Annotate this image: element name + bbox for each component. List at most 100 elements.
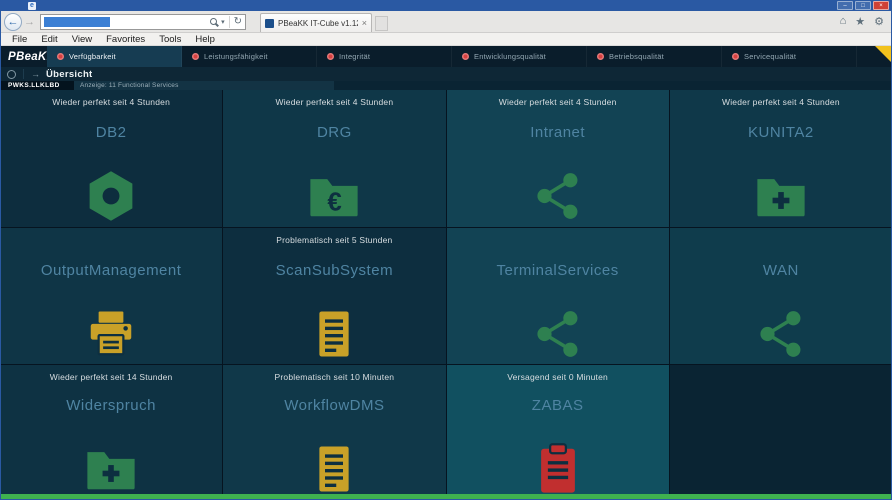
back-icon: ← [7,15,19,28]
home-icon[interactable]: ⌂ [840,15,847,28]
tools-icon[interactable]: ⚙ [874,15,884,28]
tile-widerspruch[interactable]: Wieder perfekt seit 14 Stunden Widerspruc… [0,365,223,494]
service-status: Wieder perfekt seit 14 Stunden [49,372,173,382]
service-name: TerminalServices [496,262,619,279]
filter-bar: PWKS.LLKLBD Anzeige: 11 Functional Servi… [0,81,892,90]
svg-text:€: € [328,189,342,217]
status-footer-bar [0,494,892,500]
back-button[interactable]: ← [4,12,22,31]
minimize-button[interactable]: – [837,1,853,10]
share-icon [754,307,808,361]
menu-item-favorites[interactable]: Favorites [99,34,152,45]
tile-intranet[interactable]: Wieder perfekt seit 4 Stunden Intranet [446,90,669,227]
app-nav-tabs: Verfügbarkeit Leistungsfähigkeit Integritä… [47,46,892,67]
address-dropdown-icon[interactable]: ▾ [221,18,225,26]
menu-item-tools[interactable]: Tools [152,34,188,45]
breadcrumb-bar: → Übersicht [0,67,892,81]
service-name: DRG [316,124,352,141]
service-status: Versagend seit 0 Minuten [507,372,608,382]
status-dot-icon [462,53,469,60]
service-status: Wieder perfekt seit 4 Stunden [721,97,840,107]
tile-scansubsystem[interactable]: Problematisch seit 5 Stunden ScanSubSyste… [223,228,446,364]
notification-corner-flag[interactable] [875,46,892,63]
clipboard-icon [531,442,585,494]
nav-tab-label: Servicequalität [744,52,797,61]
status-dot-icon [57,53,64,60]
tile-terminalservices[interactable]: TerminalServices [446,228,669,364]
browser-tab[interactable]: PBeaKK IT-Cube v1.12 / Ver... × [260,13,372,32]
close-button[interactable]: × [873,1,889,10]
app-header: PBeaKK Verfügbarkeit Leistungsfähigkeit In… [0,46,892,67]
tile-drg[interactable]: Wieder perfekt seit 4 Stunden DRG € [223,90,446,227]
share-icon [531,169,585,223]
nav-tab-servicequalitaet[interactable]: Servicequalität [722,46,857,67]
nav-tab-label: Verfügbarkeit [69,52,116,61]
app-logo[interactable]: PBeaKK [0,46,55,67]
doc-lines-icon [307,307,361,361]
tile-kunita2[interactable]: Wieder perfekt seit 4 Stunden KUNITA2 [669,90,892,227]
service-status: Problematisch seit 10 Minuten [274,372,395,382]
service-status: Wieder perfekt seit 4 Stunden [52,97,171,107]
tab-title: PBeaKK IT-Cube v1.12 / Ver... [278,18,358,28]
menu-item-help[interactable]: Help [188,34,222,45]
tile-db2[interactable]: Wieder perfekt seit 4 Stunden DB2 [0,90,223,227]
browser-navigation-bar: ← → ▾ ↻ PBeaKK IT-Cube v1.12 / Ver... × … [0,11,892,33]
tile-outputmanagement[interactable]: OutputManagement [0,228,223,364]
address-bar[interactable]: ▾ ↻ [40,13,246,30]
hexnut-icon [84,169,138,223]
menu-item-file[interactable]: File [5,34,34,45]
address-bar-icons: ▾ ↻ [210,15,242,28]
service-name: ScanSubSystem [275,262,394,279]
service-name: DB2 [95,124,127,141]
window-titlebar: e – □ × [0,0,892,11]
service-name: WorkflowDMS [284,397,385,414]
status-dot-icon [597,53,604,60]
doc-lines-icon [307,442,361,494]
favorites-icon[interactable]: ★ [855,15,865,28]
printer-icon [84,307,138,361]
status-dot-icon [732,53,739,60]
nav-tab-verfuegbarkeit[interactable]: Verfügbarkeit [47,46,182,67]
service-name: Intranet [530,124,586,141]
browser-command-icons: ⌂ ★ ⚙ [840,15,888,28]
tile-zabas[interactable]: Versagend seit 0 Minuten ZABAS [446,365,669,494]
site-favicon [265,18,274,28]
nav-tab-entwicklungsqualitaet[interactable]: Entwicklungsqualität [452,46,587,67]
environment-label: PWKS.LLKLBD [0,81,74,90]
folder-euro-icon: € [307,169,361,223]
address-divider [228,15,230,28]
refresh-icon[interactable]: ↻ [234,16,242,27]
ie-favicon: e [28,1,36,10]
tile-wan[interactable]: WAN [669,228,892,364]
browser-menubar: File Edit View Favorites Tools Help [0,33,892,46]
search-icon[interactable] [210,18,218,25]
menu-item-edit[interactable]: Edit [34,34,64,45]
nav-tab-label: Betriebsqualität [609,52,664,61]
nav-tab-leistungsfaehigkeit[interactable]: Leistungsfähigkeit [182,46,317,67]
nav-tab-integritaet[interactable]: Integrität [317,46,452,67]
new-tab-button[interactable] [375,16,388,31]
status-dot-icon [192,53,199,60]
nav-tab-label: Integrität [339,52,371,61]
nav-tab-label: Entwicklungsqualität [474,52,546,61]
breadcrumb-title: Übersicht [46,68,93,80]
overview-circle-icon[interactable] [7,69,16,79]
service-name: KUNITA2 [748,124,814,141]
tile-empty [669,365,892,494]
service-name: WAN [762,262,799,279]
folder-plus-icon [84,442,138,494]
service-status: Wieder perfekt seit 4 Stunden [275,97,394,107]
share-icon [531,307,585,361]
menu-item-view[interactable]: View [65,34,99,45]
folder-plus-icon [754,169,808,223]
address-bar-selected-text [44,16,110,27]
window-controls: – □ × [837,1,889,10]
tab-close-icon[interactable]: × [362,18,367,28]
filter-summary: Anzeige: 11 Functional Services [74,81,334,90]
maximize-button[interactable]: □ [855,1,871,10]
tile-workflowdms[interactable]: Problematisch seit 10 Minuten WorkflowDMS [223,365,446,494]
forward-icon: → [24,15,35,28]
service-name: OutputManagement [40,262,182,279]
nav-tab-betriebsqualitaet[interactable]: Betriebsqualität [587,46,722,67]
forward-button[interactable]: → [22,16,37,28]
